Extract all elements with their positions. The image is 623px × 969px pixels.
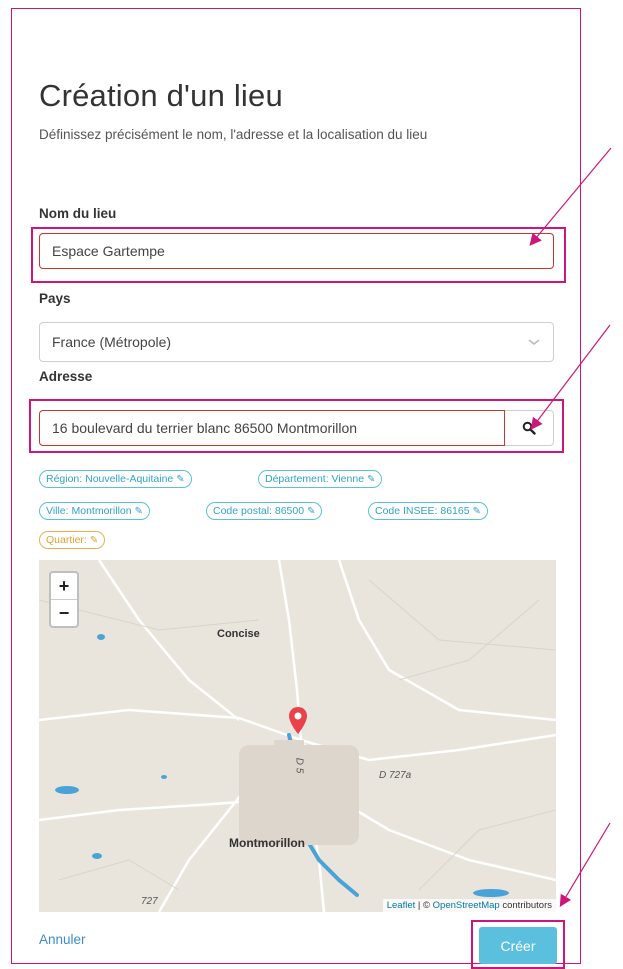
map-road-d727a: D 727a: [379, 770, 412, 781]
create-highlight-box: [471, 920, 565, 969]
page-subtitle: Définissez précisément le nom, l'adresse…: [39, 127, 428, 142]
map-attribution: Leaflet | © OpenStreetMap contributors: [382, 899, 556, 912]
pencil-icon: ✎: [176, 473, 185, 485]
zoom-in-button[interactable]: +: [51, 573, 77, 599]
map-marker-icon[interactable]: [287, 706, 309, 736]
pencil-icon: ✎: [89, 534, 99, 546]
name-highlight-box: [31, 227, 566, 283]
zoom-out-button[interactable]: −: [51, 599, 77, 626]
country-label: Pays: [39, 291, 71, 306]
pencil-icon: ✎: [367, 473, 376, 485]
osm-link[interactable]: OpenStreetMap: [433, 900, 500, 911]
map-view[interactable]: + − Concise Montmorillon D 5 D 727a 727 …: [39, 560, 556, 912]
country-select-value: France (Métropole): [52, 334, 172, 350]
pencil-icon: ✎: [472, 505, 481, 517]
tag-departement[interactable]: Département: Vienne ✎: [258, 470, 383, 488]
map-label-montmorillon: Montmorillon: [229, 836, 305, 850]
map-road-d5: D 5: [293, 757, 305, 774]
country-select[interactable]: France (Métropole): [39, 322, 554, 362]
map-zoom-control: + −: [49, 571, 79, 628]
map-tiles: [39, 560, 556, 912]
leaflet-link[interactable]: Leaflet: [387, 900, 416, 911]
chevron-down-icon: [528, 339, 540, 345]
name-label: Nom du lieu: [39, 206, 117, 221]
map-road-727: 727: [141, 896, 158, 907]
address-label: Adresse: [39, 369, 93, 384]
tag-code-postal[interactable]: Code postal: 86500 ✎: [206, 502, 323, 520]
tag-region[interactable]: Région: Nouvelle-Aquitaine ✎: [39, 470, 192, 488]
pencil-icon: ✎: [134, 505, 143, 517]
address-highlight-box: [29, 399, 564, 453]
tag-ville[interactable]: Ville: Montmorillon ✎: [39, 502, 150, 520]
tag-code-insee[interactable]: Code INSEE: 86165 ✎: [368, 502, 488, 520]
tag-quartier[interactable]: Quartier: ✎: [39, 531, 106, 549]
page-title: Création d'un lieu: [39, 78, 283, 113]
map-label-concise: Concise: [217, 628, 260, 640]
cancel-link[interactable]: Annuler: [39, 932, 86, 947]
pencil-icon: ✎: [307, 505, 316, 517]
